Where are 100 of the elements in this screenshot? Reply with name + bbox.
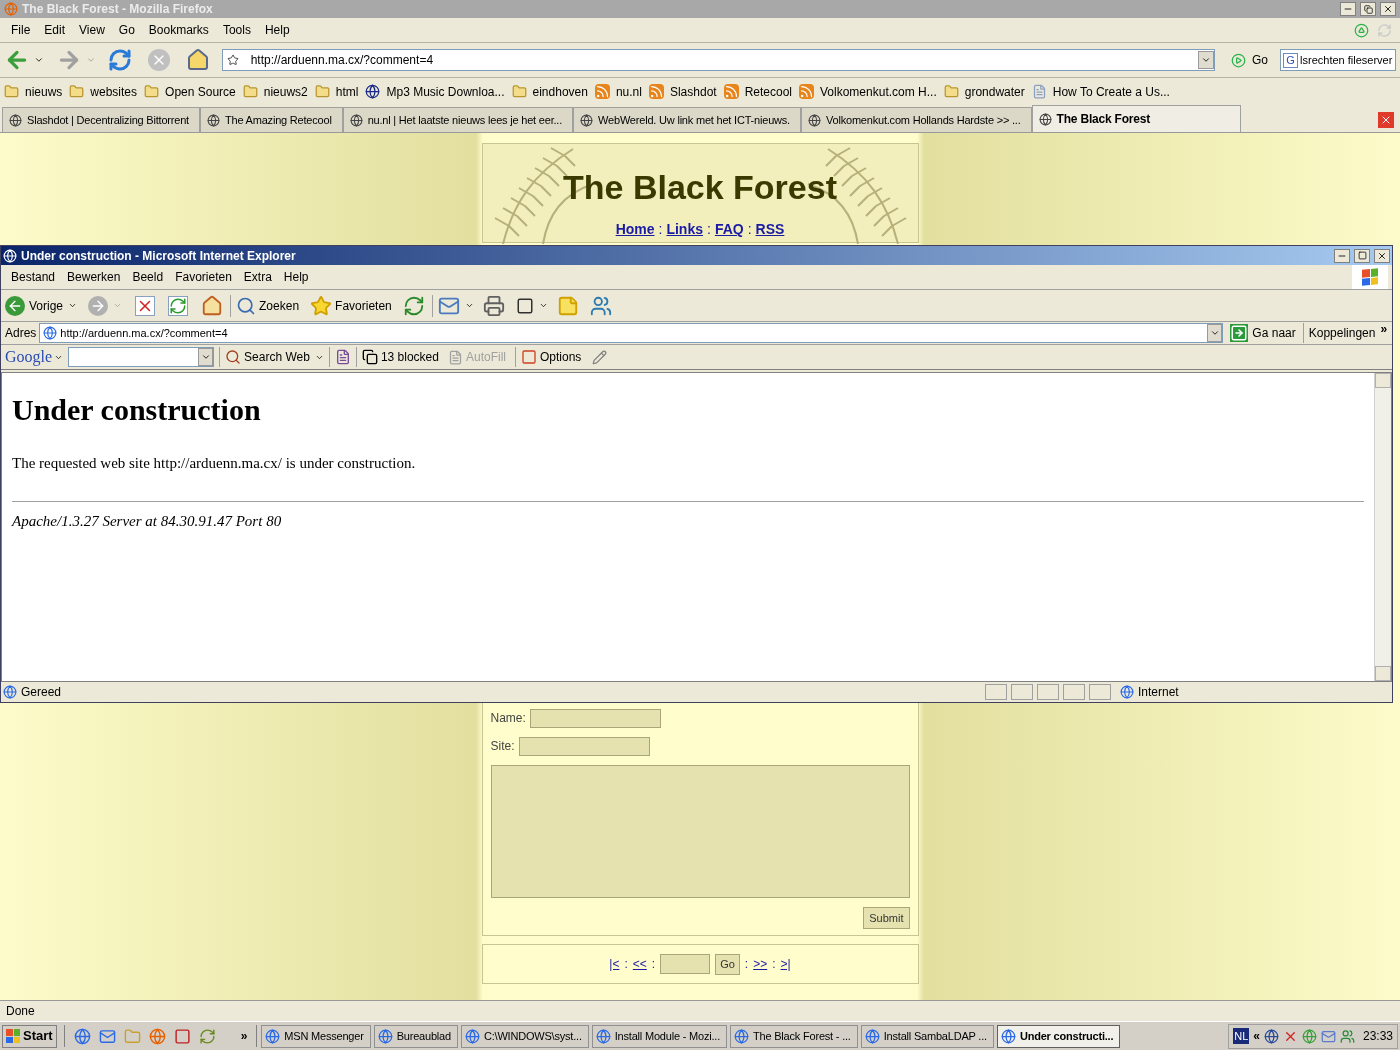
taskbar-button[interactable]: Install Module - Mozi... (591, 1024, 727, 1048)
google-search-field[interactable] (68, 347, 215, 367)
pager-link[interactable]: |< (609, 955, 620, 973)
messenger-icon[interactable] (1339, 1028, 1355, 1044)
home-button[interactable] (185, 48, 210, 72)
forward-button[interactable] (88, 295, 109, 316)
google-logo[interactable]: Google (5, 345, 53, 369)
dropdown-button[interactable] (198, 348, 214, 366)
menu-item[interactable]: Tools (215, 21, 258, 39)
messenger-button[interactable] (589, 294, 612, 317)
caret-icon[interactable] (538, 301, 548, 310)
caret-icon[interactable] (34, 55, 44, 65)
quick-launch-icon[interactable] (73, 1027, 91, 1045)
reload-button[interactable] (107, 48, 132, 72)
home-button[interactable] (201, 294, 224, 317)
page-field[interactable] (660, 954, 711, 974)
bookmark-item[interactable]: nieuws (4, 82, 63, 101)
dropdown-button[interactable] (1207, 324, 1223, 342)
bookmark-item[interactable]: Slashdot (648, 82, 717, 101)
taskbar-button[interactable]: Under constructi... (996, 1024, 1121, 1048)
back-button[interactable]: Vorige (5, 295, 64, 316)
news-icon[interactable] (334, 349, 351, 365)
network-icon[interactable] (1263, 1028, 1279, 1044)
dropdown-button[interactable] (1198, 51, 1215, 69)
popup-blocker-button[interactable]: 13 blocked (361, 348, 439, 366)
close-button[interactable] (1380, 2, 1396, 16)
caret-icon[interactable] (464, 301, 474, 310)
language-indicator[interactable]: NL (1233, 1027, 1250, 1045)
minimize-button[interactable] (1340, 2, 1356, 16)
search-field[interactable]: G lsrechten fileserver (1280, 49, 1396, 71)
menu-item[interactable]: Go (111, 21, 142, 39)
quick-launch-icon[interactable] (98, 1027, 116, 1045)
menu-item[interactable]: Beeld (126, 268, 170, 286)
bookmark-item[interactable]: eindhoven (511, 82, 588, 101)
submit-button[interactable]: Submit (863, 907, 910, 929)
close-button[interactable] (1374, 248, 1390, 263)
stop-button[interactable] (135, 295, 156, 316)
bookmark-item[interactable]: grondwater (943, 82, 1025, 101)
browser-tab[interactable]: The Amazing Retecool (199, 107, 343, 132)
menu-item[interactable]: Edit (37, 21, 73, 39)
bookmark-item[interactable]: Volkomenkut.com H... (799, 82, 937, 101)
edit-button[interactable] (515, 296, 534, 315)
bookmark-item[interactable]: Retecool (723, 82, 792, 101)
minimize-button[interactable] (1334, 248, 1350, 263)
taskbar-button[interactable]: C:\WINDOWS\syst... (460, 1024, 589, 1048)
bookmark-item[interactable]: nu.nl (594, 82, 642, 101)
history-button[interactable] (402, 294, 425, 317)
menu-item[interactable]: Bestand (5, 268, 62, 286)
bookmark-item[interactable]: Mp3 Music Downloa... (365, 82, 505, 101)
links-more-button[interactable]: » (1380, 320, 1388, 338)
pager-link[interactable]: >> (753, 955, 768, 973)
favorites-button[interactable]: Favorieten (310, 294, 392, 317)
menu-item[interactable]: File (4, 21, 38, 39)
more-button[interactable]: » (240, 1027, 248, 1045)
comment-field[interactable] (490, 765, 910, 898)
search-engine-button[interactable]: G (1283, 52, 1299, 68)
caret-icon[interactable] (68, 301, 78, 310)
quick-launch-icon[interactable] (148, 1027, 166, 1045)
scroll-up-button[interactable] (1375, 373, 1391, 388)
bookmark-item[interactable]: Open Source (144, 82, 236, 101)
nav-link[interactable]: RSS (755, 219, 785, 240)
menu-item[interactable]: Help (257, 21, 297, 39)
options-button[interactable]: Options (521, 348, 582, 366)
pager-link[interactable]: << (632, 955, 647, 973)
menu-item[interactable]: Help (277, 268, 315, 286)
nav-link[interactable]: Links (666, 219, 703, 240)
taskbar-button[interactable]: The Black Forest - ... (730, 1024, 858, 1048)
pager-link[interactable]: >| (780, 955, 791, 973)
note-button[interactable] (556, 294, 579, 317)
site-field[interactable] (518, 736, 650, 756)
bookmark-item[interactable]: How To Create a Us... (1031, 82, 1170, 101)
browser-tab[interactable]: nu.nl | Het laatste nieuws lees je het eer... (342, 107, 574, 132)
browser-tab[interactable]: The Black Forest (1031, 105, 1242, 132)
pencil-icon[interactable] (592, 349, 608, 365)
search-web-button[interactable]: Search Web (225, 348, 310, 366)
menu-item[interactable]: Favorieten (169, 268, 238, 286)
quick-launch-icon[interactable] (198, 1027, 216, 1045)
links-button[interactable]: Koppelingen (1308, 324, 1376, 342)
go-button[interactable]: Go (715, 953, 740, 975)
scroll-down-button[interactable] (1375, 666, 1391, 681)
menu-item[interactable]: Bewerken (61, 268, 127, 286)
print-button[interactable] (482, 294, 505, 317)
restore-button[interactable] (1360, 2, 1376, 16)
scrollbar[interactable] (1374, 373, 1391, 681)
menu-item[interactable]: Extra (237, 268, 278, 286)
quick-launch-icon[interactable] (173, 1027, 191, 1045)
nav-link[interactable]: Home (615, 219, 655, 240)
refresh-button[interactable] (168, 295, 189, 316)
taskbar-button[interactable]: MSN Messenger (261, 1024, 371, 1048)
menu-item[interactable]: View (72, 21, 112, 39)
address-field[interactable]: http://arduenn.ma.cx/?comment=4 (39, 323, 1224, 343)
search-button[interactable]: Zoeken (236, 295, 300, 316)
close-tab-button[interactable] (1378, 112, 1394, 128)
name-field[interactable] (529, 708, 661, 728)
address-field[interactable]: http://arduenn.ma.cx/?comment=4 (221, 49, 1216, 71)
bookmark-item[interactable]: html (314, 82, 359, 101)
show-hidden-icons[interactable]: « (1253, 1027, 1260, 1045)
browser-tab[interactable]: Volkomenkut.com Hollands Hardste >> ... (800, 107, 1032, 132)
maximize-button[interactable] (1354, 248, 1370, 263)
go-button[interactable]: Ga naar (1230, 324, 1296, 342)
